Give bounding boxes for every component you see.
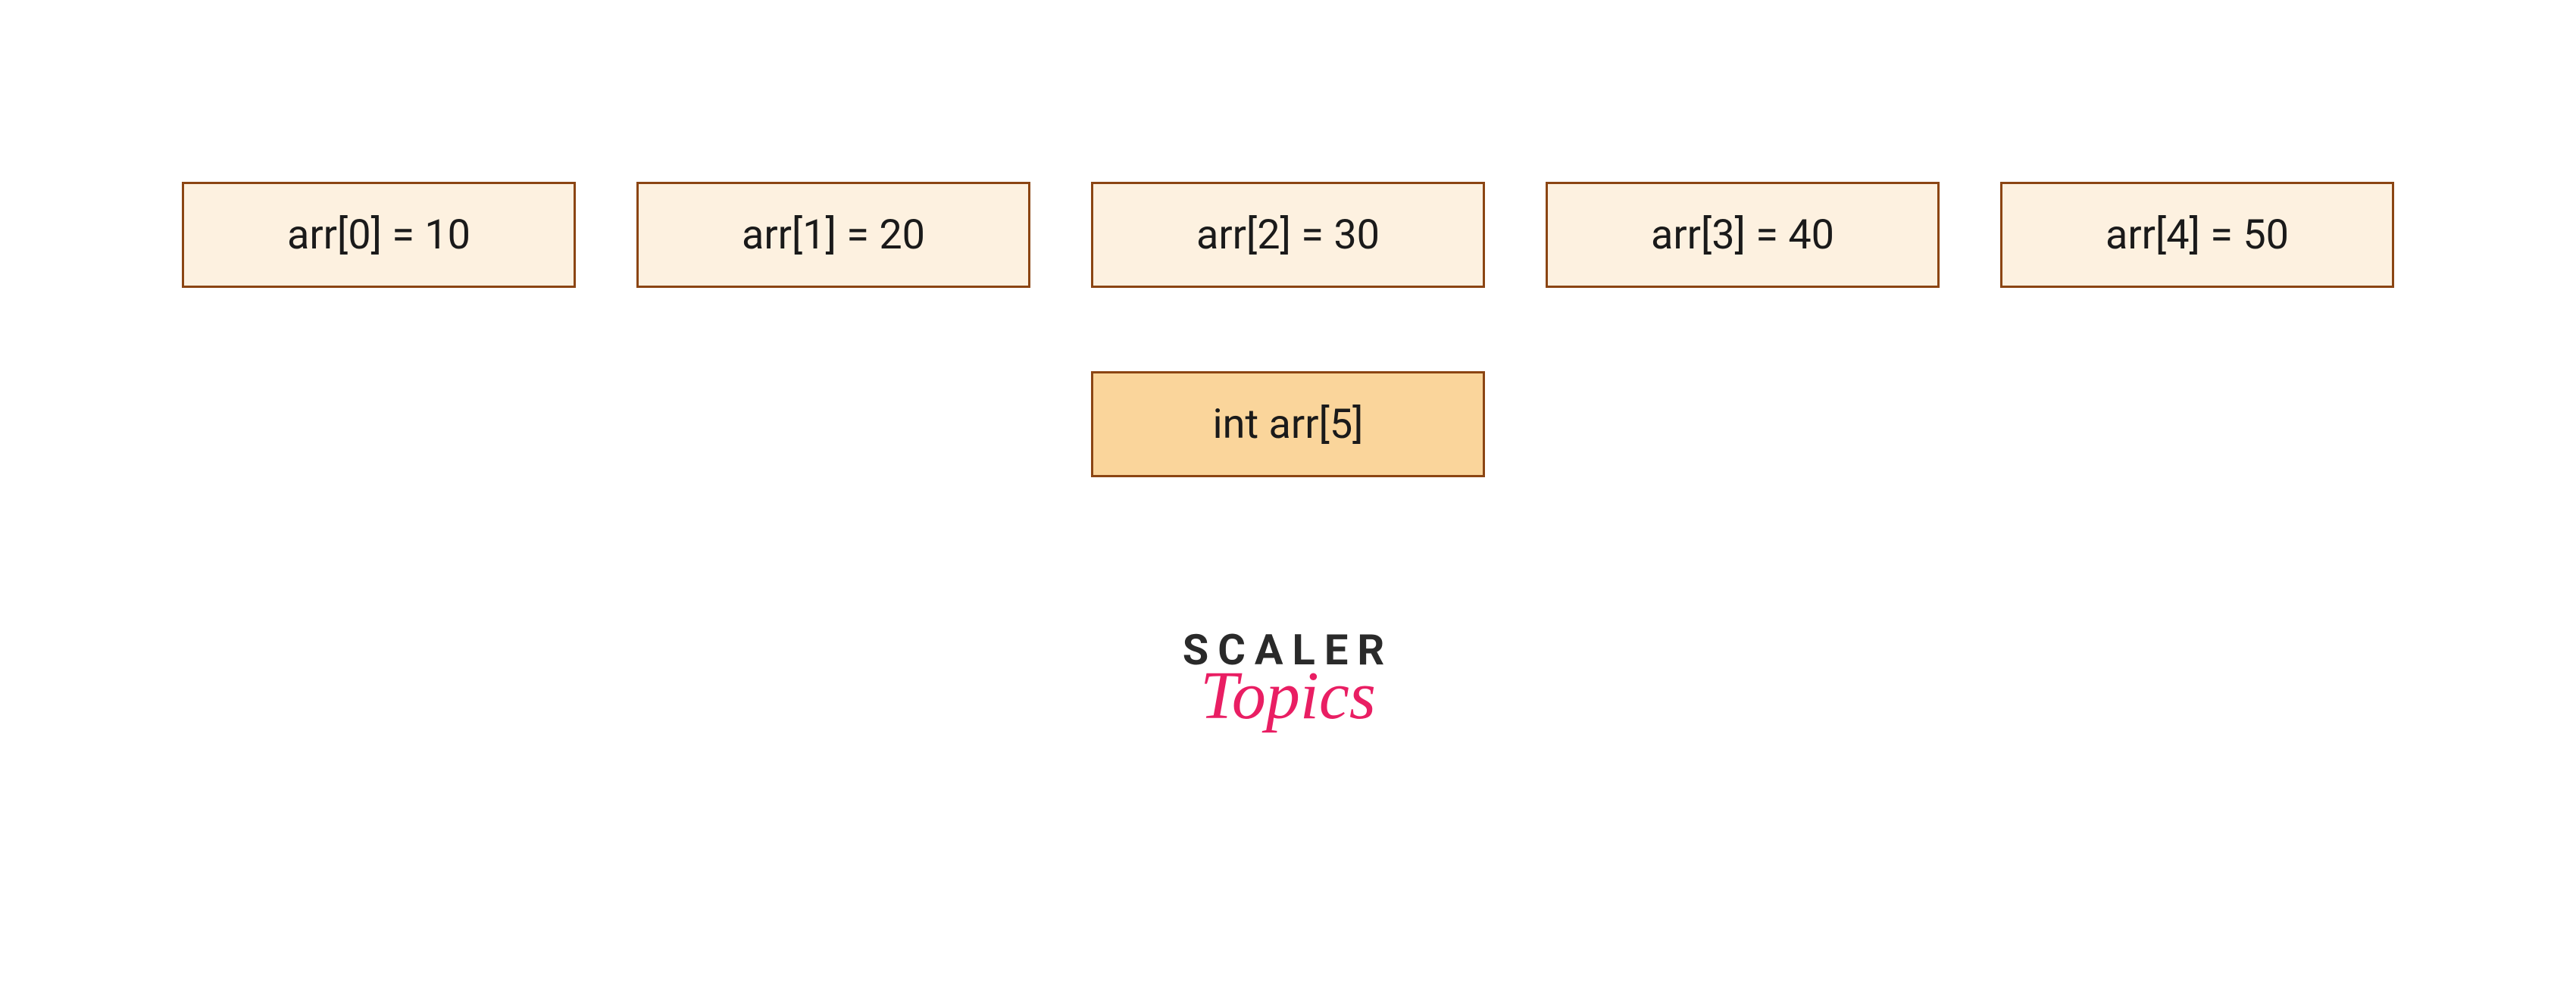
array-cell-3: arr[3] = 40: [1546, 182, 1940, 288]
array-declaration-row: int arr[5]: [0, 371, 2576, 477]
array-cell-2: arr[2] = 30: [1091, 182, 1485, 288]
array-cell-label: arr[3] = 40: [1651, 211, 1834, 259]
scaler-topics-logo: SCALER Topics: [0, 629, 2576, 730]
array-declaration-label: int arr[5]: [1213, 401, 1364, 448]
array-cell-1: arr[1] = 20: [636, 182, 1030, 288]
array-cell-label: arr[1] = 20: [742, 211, 925, 259]
array-cell-label: arr[0] = 10: [287, 211, 470, 259]
array-cell-4: arr[4] = 50: [2000, 182, 2394, 288]
array-cell-label: arr[2] = 30: [1196, 211, 1380, 259]
array-elements-row: arr[0] = 10 arr[1] = 20 arr[2] = 30 arr[…: [0, 0, 2576, 288]
array-declaration-cell: int arr[5]: [1091, 371, 1485, 477]
array-cell-0: arr[0] = 10: [182, 182, 576, 288]
logo-topics-text: Topics: [1200, 662, 1376, 730]
array-cell-label: arr[4] = 50: [2106, 211, 2289, 259]
